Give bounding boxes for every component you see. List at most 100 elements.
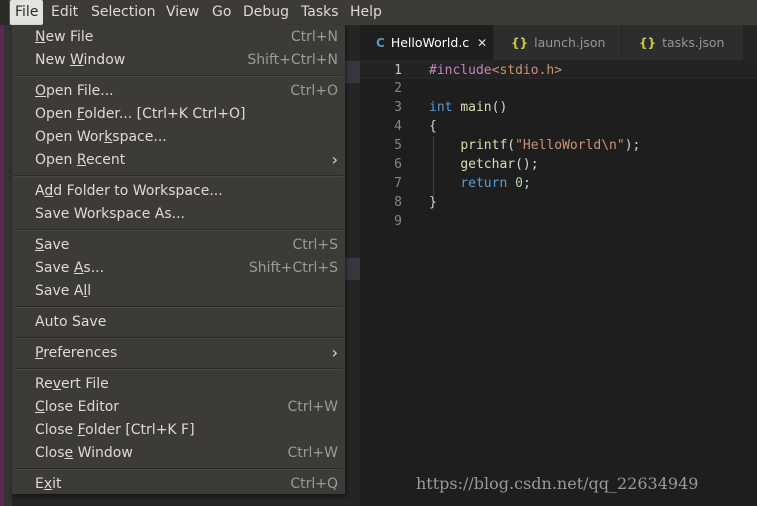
code-line: 6 getchar();	[360, 155, 757, 174]
shortcut: Ctrl+Q	[290, 476, 338, 492]
menu-item-open-file[interactable]: Open File... Ctrl+O	[12, 80, 345, 103]
close-icon[interactable]: ✕	[477, 36, 487, 50]
menu-separator	[14, 229, 343, 231]
menu-item-revert-file[interactable]: Revert File	[12, 373, 345, 396]
menu-item-new-window[interactable]: New Window Shift+Ctrl+N	[12, 49, 345, 72]
shortcut: Ctrl+N	[290, 29, 338, 45]
menu-bar: File Edit Selection View Go Debug Tasks …	[0, 0, 757, 25]
menu-item-label: New File	[35, 29, 94, 45]
menu-item-label: Open Folder... [Ctrl+K Ctrl+O]	[35, 106, 246, 122]
line-number: 4	[394, 119, 402, 134]
menu-item-label: Revert File	[35, 376, 109, 392]
menu-item-label: Close Folder [Ctrl+K F]	[35, 422, 195, 438]
tab-label: HelloWorld.c	[390, 35, 470, 50]
menu-go[interactable]: Go	[207, 0, 236, 25]
watermark: https://blog.csdn.net/qq_22634949	[416, 474, 699, 493]
tab-helloworld-c[interactable]: C HelloWorld.c ✕	[360, 25, 494, 60]
menu-item-label: Save All	[35, 283, 92, 299]
code-line: 1 #include<stdio.h>	[360, 60, 757, 79]
menu-item-open-folder[interactable]: Open Folder... [Ctrl+K Ctrl+O]	[12, 103, 345, 126]
menu-item-close-editor[interactable]: Close Editor Ctrl+W	[12, 396, 345, 419]
chevron-right-icon: ›	[331, 343, 338, 362]
menu-item-label: Close Window	[35, 445, 133, 461]
menu-item-add-folder[interactable]: Add Folder to Workspace...	[12, 180, 345, 203]
code-editor[interactable]: 1 #include<stdio.h> 2 3 int main() 4{ 5 pr…	[360, 60, 757, 506]
menu-item-close-window[interactable]: Close Window Ctrl+W	[12, 442, 345, 465]
menu-view[interactable]: View	[161, 0, 204, 25]
tab-label: tasks.json	[662, 35, 725, 50]
c-file-icon: C	[376, 36, 385, 50]
menu-item-label: Open File...	[35, 83, 114, 99]
menu-tasks[interactable]: Tasks	[296, 0, 344, 25]
chevron-right-icon: ›	[331, 150, 338, 169]
shortcut: Shift+Ctrl+N	[247, 52, 338, 68]
menu-item-label: Close Editor	[35, 399, 120, 415]
menu-item-save-all[interactable]: Save All	[12, 280, 345, 303]
code-text: printf("HelloWorld\n");	[460, 138, 641, 153]
tab-label: launch.json	[534, 35, 606, 50]
menu-item-label: Auto Save	[35, 314, 107, 330]
line-number: 3	[394, 100, 402, 115]
code-line: 5 printf("HelloWorld\n");	[360, 136, 757, 155]
menu-separator	[14, 337, 343, 339]
menu-item-label: Preferences	[35, 345, 118, 361]
menu-separator	[14, 368, 343, 370]
activity-accent	[0, 25, 4, 506]
menu-item-label: Save As...	[35, 260, 105, 276]
menu-separator	[14, 75, 343, 77]
activity-bar	[0, 25, 12, 506]
code-line: 8}	[360, 193, 757, 212]
shortcut: Ctrl+O	[290, 83, 338, 99]
tab-bar: C HelloWorld.c ✕ {} launch.json {} tasks.jso…	[360, 25, 757, 60]
menu-item-label: Open Workspace...	[35, 129, 167, 145]
menu-item-new-file[interactable]: New File Ctrl+N	[12, 26, 345, 49]
menu-edit[interactable]: Edit	[46, 0, 83, 25]
line-number: 6	[394, 157, 402, 172]
menu-separator	[14, 306, 343, 308]
file-menu: New File Ctrl+N New Window Shift+Ctrl+N Op…	[12, 25, 345, 494]
code-line: 4{	[360, 117, 757, 136]
menu-debug[interactable]: Debug	[238, 0, 294, 25]
code-line: 7 return 0;	[360, 174, 757, 193]
menu-item-label: Save	[35, 237, 70, 253]
code-line: 9	[360, 212, 757, 231]
json-file-icon: {}	[639, 36, 657, 50]
shortcut: Ctrl+W	[287, 399, 338, 415]
menu-help[interactable]: Help	[345, 0, 387, 25]
line-number: 5	[394, 138, 402, 153]
shortcut: Ctrl+S	[292, 237, 338, 253]
shortcut: Ctrl+W	[287, 445, 338, 461]
line-number: 7	[394, 176, 402, 191]
line-number: 8	[394, 195, 402, 210]
menu-item-label: Open Recent	[35, 152, 126, 168]
menu-separator	[14, 175, 343, 177]
menu-item-label: Save Workspace As...	[35, 206, 186, 222]
code-line: 2	[360, 79, 757, 98]
menu-item-save[interactable]: Save Ctrl+S	[12, 234, 345, 257]
menu-item-open-workspace[interactable]: Open Workspace...	[12, 126, 345, 149]
menu-file[interactable]: File	[10, 0, 44, 25]
window-edge	[0, 0, 10, 25]
code-text: return 0;	[460, 176, 531, 191]
indent-guide	[433, 136, 434, 196]
menu-item-label: Exit	[35, 476, 62, 492]
menu-separator	[14, 468, 343, 470]
menu-item-close-folder[interactable]: Close Folder [Ctrl+K F]	[12, 419, 345, 442]
menu-item-label: Add Folder to Workspace...	[35, 183, 223, 199]
menu-item-label: New Window	[35, 52, 126, 68]
menu-item-auto-save[interactable]: Auto Save	[12, 311, 345, 334]
menu-item-exit[interactable]: Exit Ctrl+Q	[12, 473, 345, 496]
menu-selection[interactable]: Selection	[86, 0, 161, 25]
json-file-icon: {}	[511, 36, 529, 50]
line-number: 2	[394, 81, 402, 96]
menu-item-save-as[interactable]: Save As... Shift+Ctrl+S	[12, 257, 345, 280]
menu-item-save-workspace-as[interactable]: Save Workspace As...	[12, 203, 345, 226]
code-line: 3 int main()	[360, 98, 757, 117]
menu-item-open-recent[interactable]: Open Recent ›	[12, 149, 345, 172]
tab-tasks-json[interactable]: {} tasks.json	[622, 25, 744, 60]
code-text: getchar();	[460, 157, 539, 172]
code-text: {	[429, 119, 437, 134]
menu-item-preferences[interactable]: Preferences ›	[12, 342, 345, 365]
tab-launch-json[interactable]: {} launch.json	[494, 25, 622, 60]
code-text: int main()	[429, 100, 508, 115]
